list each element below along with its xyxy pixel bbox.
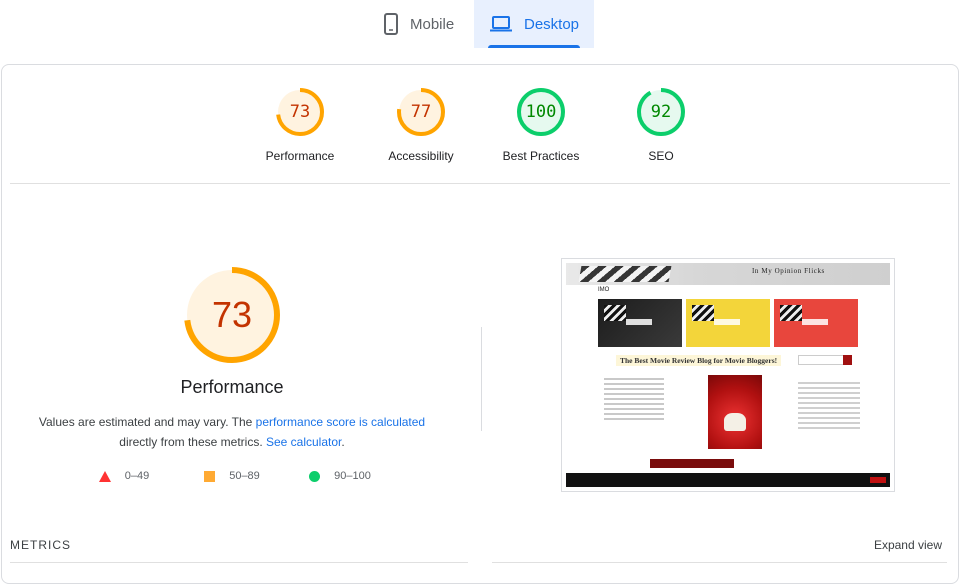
- performance-big-score: 73: [211, 294, 253, 335]
- section-divider: [10, 183, 950, 184]
- category-accessibility[interactable]: 77 Accessibility: [366, 87, 476, 163]
- phone-icon: [384, 13, 398, 35]
- thumb-headline: The Best Movie Review Blog for Movie Blo…: [616, 355, 782, 366]
- clapper-icon: [780, 305, 802, 321]
- clapper-icon: [604, 305, 626, 321]
- device-tabs: Mobile Desktop: [0, 0, 962, 48]
- desc-text: Values are estimated and may vary. The: [38, 415, 256, 429]
- performance-description: Values are estimated and may vary. The p…: [32, 412, 432, 452]
- best-practices-label: Best Practices: [502, 149, 580, 163]
- clapper-icon: [692, 305, 714, 321]
- thumb-panel-dark: [598, 299, 682, 347]
- thumb-panel-button: [714, 319, 740, 325]
- accessibility-gauge: 77: [396, 87, 446, 137]
- category-scores: 73 Performance 77 Accessibility 100 Best…: [2, 87, 958, 167]
- tab-mobile[interactable]: Mobile: [372, 0, 474, 48]
- triangle-icon: [98, 470, 111, 482]
- category-seo[interactable]: 92 SEO: [606, 87, 716, 163]
- category-best-practices[interactable]: 100 Best Practices: [486, 87, 596, 163]
- thumb-panel-yellow: [686, 299, 770, 347]
- seo-score: 92: [650, 102, 672, 122]
- thumb-logo: IMO: [598, 287, 610, 293]
- category-performance[interactable]: 73 Performance: [245, 87, 355, 163]
- active-tab-indicator: [488, 45, 580, 48]
- thumb-text-block: [604, 375, 664, 423]
- desc-period: .: [341, 435, 345, 449]
- thumb-search-button: [843, 355, 852, 365]
- thumb-panel-button: [802, 319, 828, 325]
- clapperboard-graphic: [578, 266, 672, 282]
- metrics-divider-right: [492, 562, 947, 563]
- see-calculator-link[interactable]: See calculator: [266, 435, 341, 449]
- performance-title: Performance: [180, 377, 284, 397]
- best-practices-score: 100: [525, 102, 557, 122]
- performance-label: Performance: [265, 149, 335, 163]
- expand-view-button[interactable]: Expand view: [874, 538, 942, 552]
- thumb-cta-button: [650, 459, 734, 468]
- popcorn-graphic: [724, 413, 746, 431]
- tab-mobile-label: Mobile: [410, 15, 455, 33]
- seo-label: SEO: [648, 149, 674, 163]
- thumb-site-title: In My Opinion Flicks: [752, 267, 825, 275]
- metrics-heading: METRICS: [10, 538, 71, 552]
- thumb-sidebar: [798, 379, 860, 432]
- accessibility-label: Accessibility: [388, 149, 454, 163]
- thumb-nav: IMO: [566, 285, 890, 297]
- best-practices-gauge: 100: [516, 87, 566, 137]
- vertical-divider: [481, 327, 482, 431]
- legend-fail-range: 0–49: [124, 470, 150, 482]
- legend-average-range: 50–89: [229, 470, 260, 482]
- laptop-icon: [490, 16, 512, 32]
- thumb-cookie-bar: [566, 473, 890, 487]
- final-screenshot[interactable]: In My Opinion Flicks IMO The Best Movie …: [561, 258, 895, 492]
- desc-text-2: directly from these metrics.: [119, 435, 266, 449]
- tab-desktop[interactable]: Desktop: [474, 0, 594, 48]
- report-card: 73 Performance 77 Accessibility 100 Best…: [1, 64, 959, 584]
- score-legend: 0–49 50–89 90–100: [32, 470, 432, 482]
- circle-icon: [309, 470, 321, 482]
- tab-desktop-label: Desktop: [524, 15, 580, 33]
- performance-big-gauge: 73: [182, 265, 282, 365]
- performance-score: 73: [289, 102, 311, 122]
- accessibility-score: 77: [410, 102, 432, 122]
- thumb-panel-button: [626, 319, 652, 325]
- thumb-search: [798, 355, 852, 365]
- legend-pass-range: 90–100: [334, 470, 371, 482]
- legend-pass: 90–100: [286, 470, 394, 482]
- performance-summary: 73 Performance Values are estimated and …: [32, 265, 432, 482]
- legend-average: 50–89: [178, 470, 286, 482]
- performance-score-link[interactable]: performance score is calculated: [256, 415, 425, 429]
- thumb-accept-button: [870, 477, 886, 483]
- seo-gauge: 92: [636, 87, 686, 137]
- performance-gauge: 73: [275, 87, 325, 137]
- thumb-panel-red: [774, 299, 858, 347]
- metrics-divider-left: [10, 562, 468, 563]
- thumb-popcorn-poster: [708, 375, 762, 449]
- square-icon: [204, 470, 216, 482]
- thumb-header: In My Opinion Flicks: [566, 263, 890, 285]
- screenshot-image: In My Opinion Flicks IMO The Best Movie …: [566, 263, 890, 487]
- legend-fail: 0–49: [70, 470, 178, 482]
